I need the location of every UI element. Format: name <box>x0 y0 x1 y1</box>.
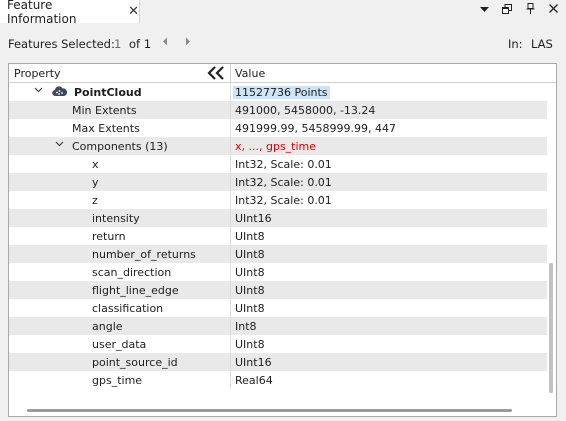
property-column-header[interactable]: Property <box>14 67 61 80</box>
property-name: angle <box>92 320 123 333</box>
property-value: UInt8 <box>235 284 265 297</box>
chevron-left-icon <box>163 37 167 46</box>
previous-feature-button[interactable] <box>162 36 168 49</box>
collapse-chevron-icon[interactable] <box>34 85 43 97</box>
table-row[interactable]: y Int32, Scale: 0.01 <box>9 173 547 191</box>
property-name: intensity <box>92 212 140 225</box>
close-tab-icon[interactable]: ✕ <box>128 4 139 19</box>
property-value: 491000, 5458000, -13.24 <box>235 104 376 117</box>
collapse-chevron-icon[interactable] <box>55 139 64 151</box>
table-row-components[interactable]: Components (13) x, ..., gps_time <box>9 137 547 155</box>
property-value: UInt8 <box>235 302 265 315</box>
collapse-all-button[interactable] <box>207 64 225 84</box>
float-window-icon[interactable] <box>500 3 514 17</box>
table-row[interactable]: number_of_returns UInt8 <box>9 245 547 263</box>
features-selected-label: Features Selected: <box>8 37 115 51</box>
table-row-min-extents[interactable]: Min Extents 491000, 5458000, -13.24 <box>9 101 547 119</box>
property-value: Int32, Scale: 0.01 <box>235 158 332 171</box>
horizontal-scrollbar-thumb[interactable] <box>27 409 512 412</box>
property-value: UInt8 <box>235 338 265 351</box>
tab-strip: Feature Information ✕ <box>0 0 566 26</box>
table-row[interactable]: point_source_id UInt16 <box>9 353 547 371</box>
property-name: return <box>92 230 126 243</box>
property-value: 491999.99, 5458999.99, 447 <box>235 122 396 135</box>
property-name: Min Extents <box>72 104 137 117</box>
table-row-max-extents[interactable]: Max Extents 491999.99, 5458999.99, 447 <box>9 119 547 137</box>
property-name: Max Extents <box>72 122 140 135</box>
property-value: UInt8 <box>235 230 265 243</box>
table-row[interactable]: x Int32, Scale: 0.01 <box>9 155 547 173</box>
vertical-scrollbar[interactable] <box>547 83 556 399</box>
window-controls <box>477 3 560 17</box>
selected-value[interactable]: 11527736 Points <box>233 86 330 99</box>
table-row[interactable]: flight_line_edge UInt8 <box>9 281 547 299</box>
selection-bar: Features Selected: 1 of 1 In: LAS <box>0 30 566 56</box>
property-name: z <box>92 194 98 207</box>
feature-total: of 1 <box>129 37 152 51</box>
property-name: flight_line_edge <box>92 284 179 297</box>
table-row[interactable]: classification UInt8 <box>9 299 547 317</box>
table-row[interactable]: z Int32, Scale: 0.01 <box>9 191 547 209</box>
dropdown-icon[interactable] <box>477 5 491 16</box>
property-value: x, ..., gps_time <box>235 140 317 153</box>
chevron-right-icon <box>186 37 190 46</box>
property-value: UInt16 <box>235 212 272 225</box>
property-value: Int8 <box>235 320 257 333</box>
property-value: UInt8 <box>235 266 265 279</box>
tab-feature-information[interactable]: Feature Information ✕ <box>0 0 140 26</box>
property-name: classification <box>92 302 164 315</box>
table-row[interactable]: gps_time Real64 <box>9 371 547 389</box>
property-value: Int32, Scale: 0.01 <box>235 194 332 207</box>
horizontal-scrollbar[interactable] <box>9 404 547 416</box>
property-name: user_data <box>92 338 147 351</box>
layer-label: In: <box>508 37 523 51</box>
property-name: PointCloud <box>74 86 142 99</box>
property-value: Int32, Scale: 0.01 <box>235 176 332 189</box>
property-name: number_of_returns <box>92 248 196 261</box>
property-value: UInt16 <box>235 356 272 369</box>
current-feature-index: 1 <box>114 37 122 51</box>
property-name: x <box>92 158 99 171</box>
grid-rows: PointCloud 11527736 Points Min Extents 4… <box>9 83 547 389</box>
layer-name: LAS <box>531 37 553 51</box>
property-name: gps_time <box>92 374 143 387</box>
property-value: UInt8 <box>235 248 265 261</box>
tab-title: Feature Information <box>7 0 77 26</box>
property-name: Components (13) <box>72 140 168 153</box>
next-feature-button[interactable] <box>185 36 191 49</box>
table-row[interactable]: return UInt8 <box>9 227 547 245</box>
property-grid: Property Value PointCloud 11527736 Point… <box>8 63 557 417</box>
pin-icon[interactable] <box>523 3 537 17</box>
property-name: point_source_id <box>92 356 178 369</box>
value-column-header[interactable]: Value <box>235 67 265 80</box>
property-value: Real64 <box>235 374 273 387</box>
property-name: scan_direction <box>92 266 172 279</box>
table-row[interactable]: scan_direction UInt8 <box>9 263 547 281</box>
table-row[interactable]: user_data UInt8 <box>9 335 547 353</box>
column-divider[interactable] <box>230 64 231 82</box>
table-row[interactable]: angle Int8 <box>9 317 547 335</box>
table-row-pointcloud[interactable]: PointCloud 11527736 Points <box>9 83 547 101</box>
vertical-scrollbar-thumb[interactable] <box>549 263 553 393</box>
grid-header: Property Value <box>9 64 556 83</box>
double-chevron-left-icon <box>207 66 224 80</box>
point-cloud-icon <box>52 85 68 98</box>
property-name: y <box>92 176 99 189</box>
close-icon[interactable] <box>546 4 560 16</box>
property-value: 11527736 Points <box>233 86 330 99</box>
table-row[interactable]: intensity UInt16 <box>9 209 547 227</box>
